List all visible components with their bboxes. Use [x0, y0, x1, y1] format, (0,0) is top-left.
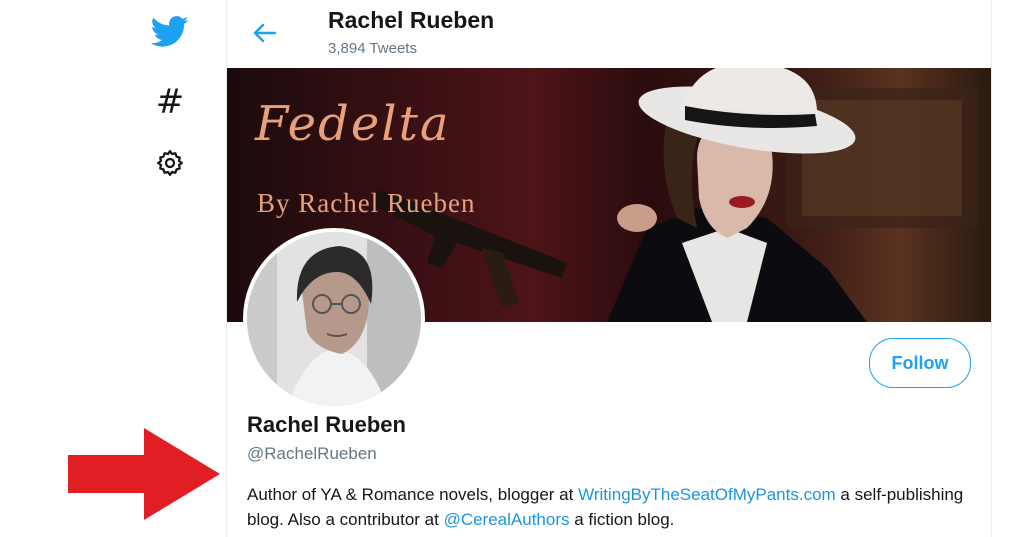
gear-icon[interactable] [150, 143, 190, 183]
banner-title: Fedelta [255, 96, 451, 152]
profile-display-name: Rachel Rueben [247, 412, 406, 437]
header-title: Rachel Rueben [328, 7, 495, 33]
follow-button[interactable]: Follow [869, 338, 971, 388]
banner-subtitle: By Rachel Rueben [257, 188, 476, 218]
bio-text: Author of YA & Romance novels, blogger a… [247, 485, 579, 504]
back-arrow-icon[interactable] [247, 18, 283, 48]
bio-link-mention[interactable]: @CerealAuthors [444, 510, 570, 529]
avatar-photo [247, 232, 421, 406]
hashtag-icon[interactable]: # [150, 82, 190, 122]
tweet-count: 3,894 Tweets [328, 40, 417, 57]
bio-link-website[interactable]: WritingByTheSeatOfMyPants.com [578, 485, 836, 504]
twitter-bird-icon[interactable] [150, 12, 190, 52]
profile-handle: @RachelRueben [247, 444, 377, 463]
bio-text: a fiction blog. [569, 510, 675, 529]
red-arrow-annotation [68, 428, 220, 520]
avatar[interactable] [243, 228, 425, 410]
profile-column: Rachel Rueben 3,894 Tweets Fedelta By Ra… [226, 0, 992, 537]
profile-bio: Author of YA & Romance novels, blogger a… [247, 482, 977, 532]
